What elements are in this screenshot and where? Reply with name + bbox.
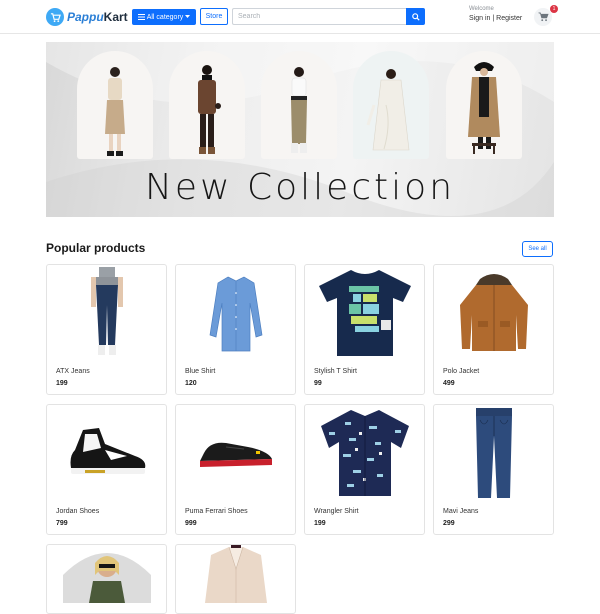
caret-down-icon bbox=[185, 15, 191, 18]
blue-shirt-image bbox=[176, 265, 295, 361]
cart-count-badge: 1 bbox=[550, 5, 558, 13]
brand-name: PappuKart bbox=[67, 10, 128, 24]
search-icon bbox=[411, 12, 420, 21]
product-price: 799 bbox=[56, 520, 68, 527]
product-name: ATX Jeans bbox=[56, 368, 90, 375]
product-name: Jordan Shoes bbox=[56, 508, 100, 515]
product-price: 499 bbox=[443, 380, 455, 387]
product-name: Polo Jacket bbox=[443, 368, 480, 375]
cart-logo-icon bbox=[46, 8, 64, 26]
brand-logo[interactable]: PappuKart bbox=[46, 8, 128, 26]
model-image-5 bbox=[446, 51, 522, 159]
sign-in-link[interactable]: Sign in bbox=[469, 15, 490, 22]
model-image-4 bbox=[353, 51, 429, 159]
auth-links: Sign in | Register bbox=[469, 15, 522, 22]
printed-shirt-image bbox=[305, 405, 424, 501]
jeans-image bbox=[434, 405, 553, 501]
jacket-image bbox=[434, 265, 553, 361]
product-name: Mavi Jeans bbox=[443, 508, 479, 515]
woman-portrait-image bbox=[47, 545, 166, 605]
hero-banner[interactable]: New Collection bbox=[46, 42, 554, 217]
product-price: 99 bbox=[314, 380, 322, 387]
product-name: Puma Ferrari Shoes bbox=[185, 508, 248, 515]
shoe-image bbox=[176, 405, 295, 501]
product-name: Blue Shirt bbox=[185, 368, 216, 375]
cart-button[interactable] bbox=[534, 8, 552, 26]
model-image-1 bbox=[77, 51, 153, 159]
product-price: 120 bbox=[185, 380, 197, 387]
top-navbar: PappuKart All category Store Welcome Sig… bbox=[0, 0, 600, 34]
product-name: Wrangler Shirt bbox=[314, 508, 359, 515]
product-card[interactable]: Stylish T Shirt 99 bbox=[304, 264, 425, 395]
product-card[interactable]: Polo Jacket 499 bbox=[433, 264, 554, 395]
product-card[interactable]: ATX Jeans 199 bbox=[46, 264, 167, 395]
tshirt-image bbox=[305, 265, 424, 361]
model-image-3 bbox=[261, 51, 337, 159]
blazer-image bbox=[176, 545, 295, 605]
product-price: 299 bbox=[443, 520, 455, 527]
product-card[interactable] bbox=[175, 544, 296, 614]
product-card[interactable]: Puma Ferrari Shoes 999 bbox=[175, 404, 296, 535]
search-input[interactable] bbox=[232, 8, 406, 25]
all-category-dropdown[interactable]: All category bbox=[132, 9, 196, 25]
banner-title: New Collection bbox=[144, 167, 456, 208]
sneaker-image bbox=[47, 405, 166, 501]
see-all-button[interactable]: See all bbox=[522, 241, 553, 257]
section-title: Popular products bbox=[46, 241, 146, 255]
product-card[interactable] bbox=[46, 544, 167, 614]
auth-separator: | bbox=[492, 15, 495, 22]
shopping-cart-icon bbox=[538, 12, 549, 22]
product-card[interactable]: Blue Shirt 120 bbox=[175, 264, 296, 395]
search-button[interactable] bbox=[406, 8, 425, 25]
welcome-text: Welcome bbox=[469, 6, 494, 12]
product-name: Stylish T Shirt bbox=[314, 368, 357, 375]
jeans-model-image bbox=[47, 265, 166, 361]
register-link[interactable]: Register bbox=[496, 15, 522, 22]
product-price: 199 bbox=[314, 520, 326, 527]
product-card[interactable]: Jordan Shoes 799 bbox=[46, 404, 167, 535]
product-card[interactable]: Mavi Jeans 299 bbox=[433, 404, 554, 535]
product-price: 999 bbox=[185, 520, 197, 527]
menu-icon bbox=[137, 14, 145, 20]
product-price: 199 bbox=[56, 380, 68, 387]
category-label: All category bbox=[146, 13, 184, 21]
model-image-2 bbox=[169, 51, 245, 159]
store-button[interactable]: Store bbox=[200, 8, 228, 25]
product-card[interactable]: Wrangler Shirt 199 bbox=[304, 404, 425, 535]
